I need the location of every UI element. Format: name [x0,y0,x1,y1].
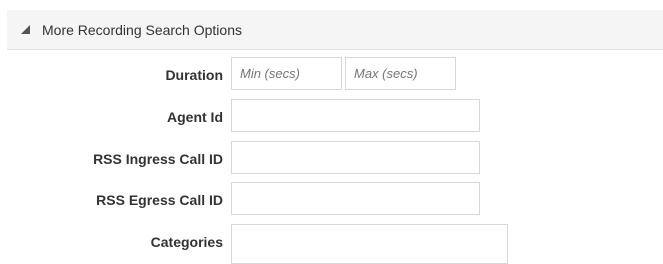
duration-max-input[interactable] [345,57,456,90]
more-recording-search-options-header[interactable]: More Recording Search Options [7,10,663,50]
duration-label: Duration [165,67,223,83]
section-title: More Recording Search Options [42,22,242,38]
rss-ingress-call-id-input[interactable] [231,141,480,174]
agent-id-label: Agent Id [167,109,223,125]
triangle-expanded-icon[interactable] [20,24,31,35]
categories-label: Categories [150,234,223,250]
categories-input[interactable] [231,224,508,264]
rss-egress-call-id-label: RSS Egress Call ID [96,192,223,208]
agent-id-input[interactable] [231,99,480,132]
rss-ingress-call-id-label: RSS Ingress Call ID [93,151,223,167]
duration-min-input[interactable] [231,57,342,90]
rss-egress-call-id-input[interactable] [231,182,480,215]
